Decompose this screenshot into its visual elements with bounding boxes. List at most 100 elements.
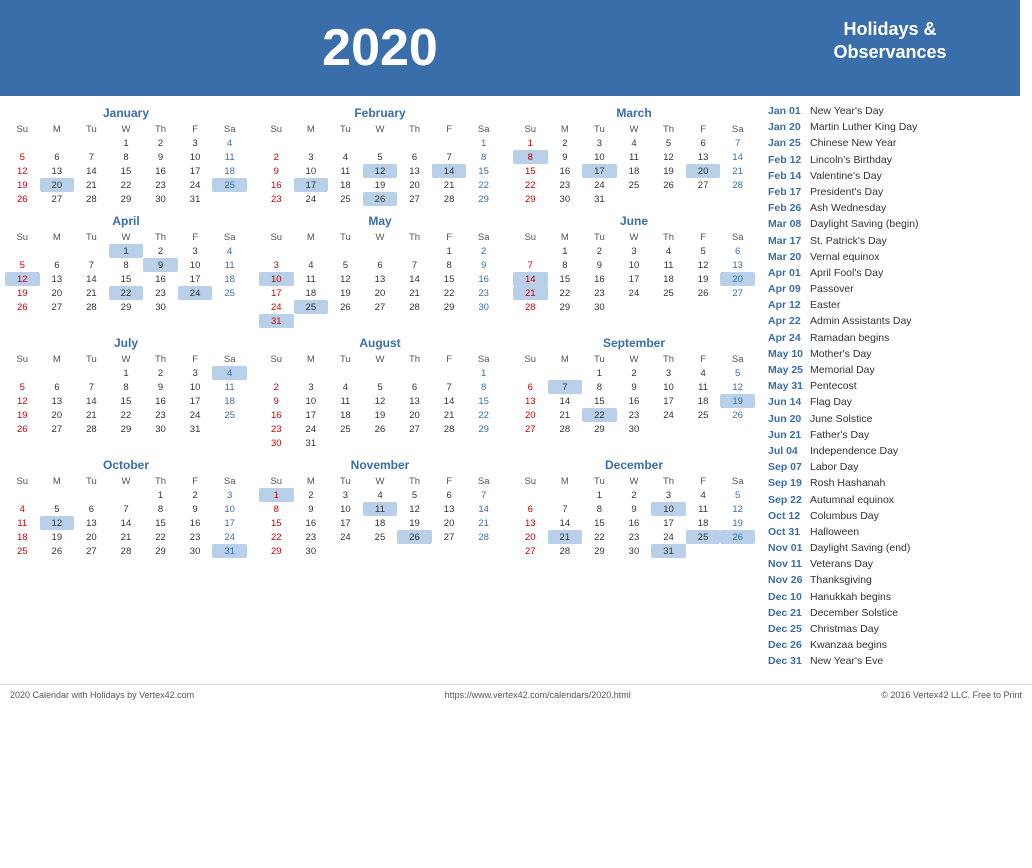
cal-day: 9 bbox=[617, 380, 652, 394]
footer-right: © 2016 Vertex42 LLC. Free to Print bbox=[881, 690, 1022, 700]
holiday-date: Nov 01 bbox=[768, 541, 810, 556]
holiday-date: Oct 31 bbox=[768, 525, 810, 540]
holiday-date: May 10 bbox=[768, 347, 810, 362]
cal-day: 9 bbox=[143, 150, 178, 164]
cal-day: 14 bbox=[74, 164, 109, 178]
cal-day bbox=[432, 436, 467, 450]
cal-day: 13 bbox=[686, 150, 721, 164]
month-title: March bbox=[513, 106, 755, 120]
holiday-name: New Year's Day bbox=[810, 104, 884, 119]
cal-day: 9 bbox=[548, 150, 583, 164]
holiday-date: Dec 31 bbox=[768, 654, 810, 669]
cal-day: 30 bbox=[294, 544, 329, 558]
cal-day: 27 bbox=[397, 422, 432, 436]
cal-day: 7 bbox=[432, 150, 467, 164]
cal-day: 1 bbox=[466, 136, 501, 150]
cal-day: 14 bbox=[74, 394, 109, 408]
cal-day: 24 bbox=[259, 300, 294, 314]
cal-day: 14 bbox=[720, 150, 755, 164]
month-april: AprilSuMTuWThFSa123456789101112131415161… bbox=[5, 214, 247, 328]
cal-day: 7 bbox=[548, 502, 583, 516]
month-february: FebruarySuMTuWThFSa123456789101112131415… bbox=[259, 106, 501, 206]
cal-day: 31 bbox=[178, 422, 213, 436]
holiday-date: Dec 21 bbox=[768, 606, 810, 621]
cal-day: 2 bbox=[178, 488, 213, 502]
cal-day: 14 bbox=[432, 394, 467, 408]
cal-day: 29 bbox=[582, 544, 617, 558]
cal-day: 28 bbox=[432, 422, 467, 436]
holiday-date: Jun 20 bbox=[768, 412, 810, 427]
holiday-date: Jan 20 bbox=[768, 120, 810, 135]
cal-day: 31 bbox=[294, 436, 329, 450]
cal-day: 2 bbox=[143, 244, 178, 258]
cal-day: 16 bbox=[582, 272, 617, 286]
holiday-row: Jan 25Chinese New Year bbox=[768, 136, 1012, 151]
cal-day: 13 bbox=[432, 502, 467, 516]
cal-day: 6 bbox=[363, 258, 398, 272]
cal-day bbox=[5, 244, 40, 258]
cal-day: 24 bbox=[651, 530, 686, 544]
cal-day: 9 bbox=[466, 258, 501, 272]
holiday-name: Ramadan begins bbox=[810, 331, 889, 346]
holiday-name: Halloween bbox=[810, 525, 859, 540]
cal-day: 10 bbox=[178, 150, 213, 164]
holiday-name: Independence Day bbox=[810, 444, 898, 459]
cal-day: 7 bbox=[397, 258, 432, 272]
cal-day: 8 bbox=[109, 258, 144, 272]
cal-day bbox=[651, 192, 686, 206]
cal-day bbox=[212, 300, 247, 314]
holiday-row: Jun 20June Solstice bbox=[768, 412, 1012, 427]
cal-day: 3 bbox=[651, 488, 686, 502]
cal-day: 22 bbox=[109, 408, 144, 422]
holidays-header: Holidays &Observances bbox=[760, 0, 1020, 96]
cal-day: 17 bbox=[178, 164, 213, 178]
cal-day: 8 bbox=[548, 258, 583, 272]
cal-day: 18 bbox=[212, 272, 247, 286]
cal-day: 4 bbox=[212, 244, 247, 258]
holiday-date: Jun 14 bbox=[768, 395, 810, 410]
month-title: October bbox=[5, 458, 247, 472]
cal-day: 6 bbox=[432, 488, 467, 502]
cal-day: 30 bbox=[143, 300, 178, 314]
cal-day bbox=[5, 366, 40, 380]
cal-day: 28 bbox=[548, 422, 583, 436]
cal-day: 6 bbox=[397, 380, 432, 394]
holiday-row: Dec 21December Solstice bbox=[768, 606, 1012, 621]
cal-day: 15 bbox=[143, 516, 178, 530]
holiday-date: Sep 19 bbox=[768, 476, 810, 491]
cal-day: 7 bbox=[466, 488, 501, 502]
holiday-row: Apr 24Ramadan begins bbox=[768, 331, 1012, 346]
holiday-name: Ash Wednesday bbox=[810, 201, 886, 216]
holiday-row: Dec 10Hanukkah begins bbox=[768, 590, 1012, 605]
cal-day: 31 bbox=[651, 544, 686, 558]
cal-day: 18 bbox=[363, 516, 398, 530]
cal-day: 3 bbox=[178, 136, 213, 150]
cal-day: 20 bbox=[40, 178, 75, 192]
cal-day: 14 bbox=[466, 502, 501, 516]
cal-day: 8 bbox=[582, 502, 617, 516]
cal-day: 19 bbox=[720, 516, 755, 530]
cal-day: 25 bbox=[294, 300, 329, 314]
holiday-date: Feb 14 bbox=[768, 169, 810, 184]
holiday-row: Jul 04Independence Day bbox=[768, 444, 1012, 459]
cal-day: 2 bbox=[617, 366, 652, 380]
cal-day: 23 bbox=[259, 192, 294, 206]
cal-day bbox=[259, 244, 294, 258]
holiday-row: Sep 07Labor Day bbox=[768, 460, 1012, 475]
main-content: JanuarySuMTuWThFSa1234567891011121314151… bbox=[0, 96, 1032, 679]
cal-day: 15 bbox=[109, 394, 144, 408]
cal-day: 7 bbox=[74, 380, 109, 394]
cal-table: SuMTuWThFSa12345678910111213141516171819… bbox=[259, 353, 501, 450]
cal-day: 6 bbox=[40, 258, 75, 272]
cal-day: 10 bbox=[294, 164, 329, 178]
cal-day: 11 bbox=[651, 258, 686, 272]
calendar-area: JanuarySuMTuWThFSa1234567891011121314151… bbox=[0, 96, 760, 679]
cal-day: 9 bbox=[178, 502, 213, 516]
holiday-date: Apr 24 bbox=[768, 331, 810, 346]
cal-day: 13 bbox=[513, 394, 548, 408]
cal-day: 25 bbox=[686, 408, 721, 422]
holiday-row: May 31Pentecost bbox=[768, 379, 1012, 394]
cal-day: 15 bbox=[109, 164, 144, 178]
cal-day: 14 bbox=[548, 516, 583, 530]
cal-day: 7 bbox=[548, 380, 583, 394]
